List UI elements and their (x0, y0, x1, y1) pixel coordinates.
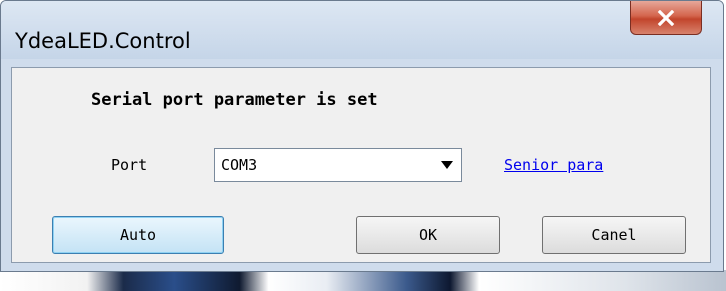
desktop-background (0, 270, 726, 291)
window-title: YdeaLED.Control (15, 29, 191, 53)
close-icon (657, 9, 675, 26)
port-label: Port (111, 156, 148, 174)
port-selected-value: COM3 (221, 156, 258, 174)
title-bar[interactable]: YdeaLED.Control (1, 1, 723, 59)
ok-button[interactable]: OK (356, 216, 500, 254)
dialog-window: YdeaLED.Control Serial port parameter is… (0, 0, 724, 272)
chevron-down-icon[interactable] (441, 161, 453, 169)
dialog-heading: Serial port parameter is set (91, 90, 378, 110)
auto-button[interactable]: Auto (52, 216, 224, 254)
dialog-body: Serial port parameter is set Port COM3 S… (11, 67, 711, 263)
close-button[interactable] (630, 1, 702, 35)
cancel-button[interactable]: Canel (542, 216, 686, 254)
port-dropdown[interactable]: COM3 (214, 148, 462, 182)
senior-para-link[interactable]: Senior para (504, 156, 603, 174)
